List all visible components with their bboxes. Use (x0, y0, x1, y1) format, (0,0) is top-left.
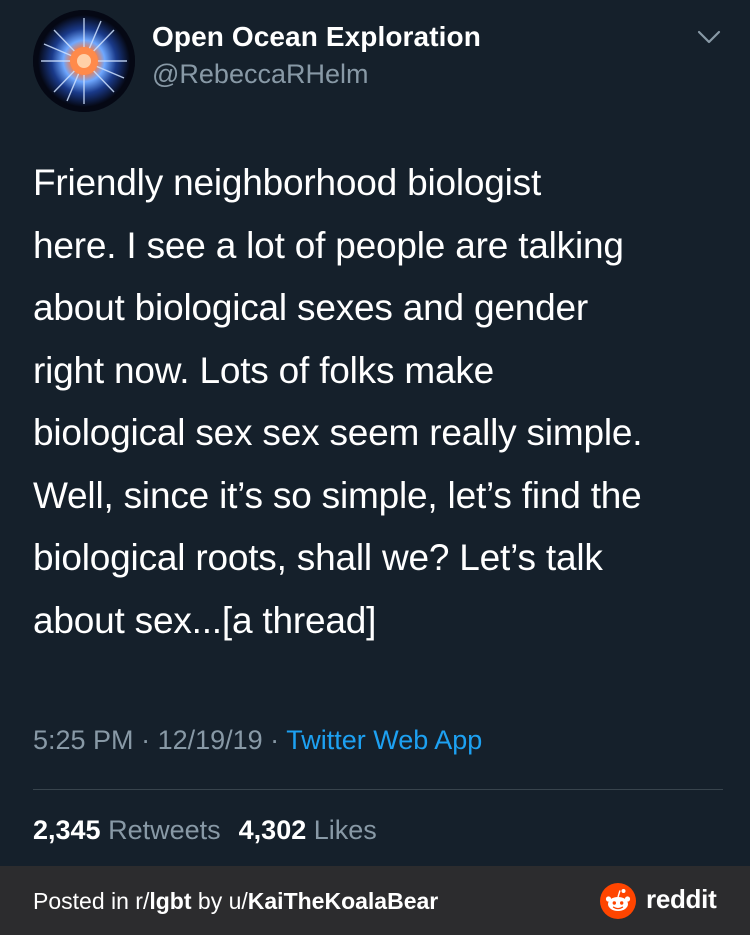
reddit-footer: Posted in r/lgbt by u/KaiTheKoalaBear re… (0, 866, 750, 935)
retweet-label: Retweets (108, 815, 221, 845)
display-name[interactable]: Open Ocean Exploration (152, 21, 481, 53)
like-label: Likes (313, 815, 377, 845)
user-prefix: u/ (228, 888, 248, 914)
tweet-date[interactable]: 12/19/19 (158, 725, 263, 755)
reddit-brand: reddit (646, 884, 717, 914)
username: KaiTheKoalaBear (247, 888, 439, 914)
user-handle[interactable]: @RebeccaRHelm (152, 59, 368, 90)
tweet-card: Open Ocean Exploration @RebeccaRHelm Fri… (0, 0, 750, 866)
subreddit-name: lgbt (149, 888, 192, 914)
like-count: 4,302 (238, 815, 307, 845)
reddit-logo-icon (600, 883, 636, 919)
meta-separator: · (133, 725, 158, 755)
chevron-down-icon[interactable] (697, 28, 721, 46)
tweet-stats: 2,345 Retweets 4,302 Likes (33, 815, 377, 846)
tweet-text: Friendly neighborhood biologist here. I … (33, 162, 643, 641)
jellyfish-avatar-icon (33, 10, 135, 112)
subreddit-link[interactable]: r/lgbt (135, 888, 191, 914)
posted-in-text: Posted in r/lgbt by u/KaiTheKoalaBear (33, 888, 438, 915)
tweet-time[interactable]: 5:25 PM (33, 725, 134, 755)
avatar[interactable] (33, 10, 135, 112)
user-link[interactable]: u/KaiTheKoalaBear (229, 888, 439, 914)
posted-prefix: Posted in (33, 888, 136, 914)
divider (33, 789, 723, 790)
tweet-meta: 5:25 PM · 12/19/19 · Twitter Web App (33, 725, 482, 756)
tweet-source-link[interactable]: Twitter Web App (286, 725, 482, 755)
retweet-count: 2,345 (33, 815, 101, 845)
subreddit-prefix: r/ (135, 888, 150, 914)
likes-stat[interactable]: 4,302 Likes (239, 815, 377, 845)
retweets-stat[interactable]: 2,345 Retweets (33, 815, 221, 845)
meta-separator: · (262, 725, 287, 755)
by-text: by (191, 888, 229, 914)
